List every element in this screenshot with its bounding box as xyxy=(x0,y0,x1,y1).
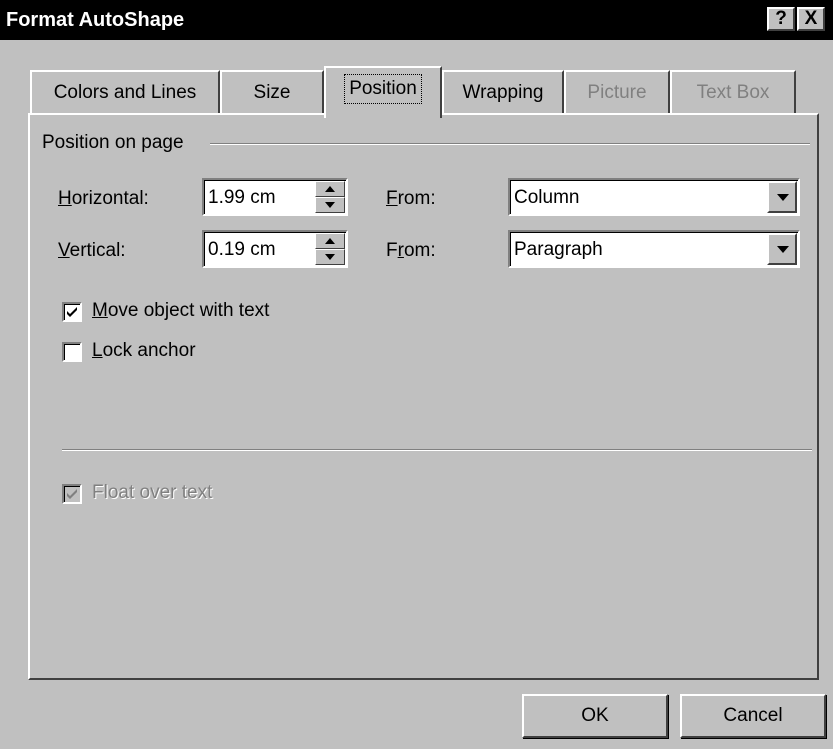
arrow-up-icon xyxy=(325,186,335,192)
horizontal-value: 1.99 cm xyxy=(208,187,276,208)
vertical-from-dropdown-button[interactable] xyxy=(767,233,797,265)
vertical-from-label: From: xyxy=(386,240,436,262)
close-button[interactable]: X xyxy=(797,7,825,31)
tab-picture: Picture xyxy=(564,70,670,114)
position-tab-panel: Position on page Horizontal: 1.99 cm Fro… xyxy=(28,113,819,680)
dialog-title: Format AutoShape xyxy=(6,9,185,31)
tab-label: Size xyxy=(253,82,291,103)
label-text: om: xyxy=(403,240,436,261)
horizontal-position-input[interactable]: 1.99 cm xyxy=(202,178,348,216)
horizontal-spin-down-button[interactable] xyxy=(315,197,345,213)
separator-line xyxy=(62,449,812,451)
label-text: orizontal: xyxy=(71,188,149,209)
horizontal-from-value: Column xyxy=(514,187,580,208)
vertical-value: 0.19 cm xyxy=(208,239,276,260)
horizontal-spin-up-button[interactable] xyxy=(315,181,345,197)
arrow-down-icon xyxy=(325,202,335,208)
arrow-up-icon xyxy=(325,238,335,244)
horizontal-from-select[interactable]: Column xyxy=(508,178,800,216)
hotkey-letter: V xyxy=(58,240,70,261)
lock-anchor-checkbox[interactable] xyxy=(62,342,82,362)
label-text: ove object with text xyxy=(107,300,270,321)
tab-label: Wrapping xyxy=(462,82,544,103)
vertical-from-select[interactable]: Paragraph xyxy=(508,230,800,268)
tab-label: Text Box xyxy=(696,82,770,103)
hotkey-letter: L xyxy=(92,340,103,361)
vertical-position-input[interactable]: 0.19 cm xyxy=(202,230,348,268)
horizontal-from-label: From: xyxy=(386,188,436,210)
vertical-spin-up-button[interactable] xyxy=(315,233,345,249)
label-text: rom: xyxy=(397,188,436,209)
group-title-position-on-page: Position on page xyxy=(42,132,192,154)
chevron-down-icon xyxy=(777,194,789,201)
chevron-down-icon xyxy=(777,246,789,253)
tab-label: Colors and Lines xyxy=(53,82,197,103)
tab-size[interactable]: Size xyxy=(220,70,324,114)
format-autoshape-dialog: Format AutoShape ? X Colors and Lines Si… xyxy=(0,0,833,749)
hotkey-letter: M xyxy=(92,300,108,321)
ok-button[interactable]: OK xyxy=(522,694,668,738)
tab-colors-and-lines[interactable]: Colors and Lines xyxy=(30,70,220,114)
checkmark-icon xyxy=(67,307,77,317)
vertical-from-value: Paragraph xyxy=(514,239,603,260)
help-button[interactable]: ? xyxy=(767,7,795,31)
group-separator xyxy=(210,143,810,145)
lock-anchor-label[interactable]: Lock anchor xyxy=(92,340,196,362)
tab-text-box: Text Box xyxy=(670,70,796,114)
horizontal-label: Horizontal: xyxy=(58,188,149,210)
checkmark-icon xyxy=(67,489,77,499)
arrow-down-icon xyxy=(325,254,335,260)
label-text: ock anchor xyxy=(102,340,196,361)
cancel-button[interactable]: Cancel xyxy=(680,694,826,738)
tab-wrapping[interactable]: Wrapping xyxy=(442,70,564,114)
move-with-text-label[interactable]: Move object with text xyxy=(92,300,269,322)
tab-position[interactable]: Position xyxy=(324,66,442,118)
label-text: ertical: xyxy=(69,240,126,261)
horizontal-from-dropdown-button[interactable] xyxy=(767,181,797,213)
hotkey-letter: F xyxy=(386,188,398,209)
vertical-spin-down-button[interactable] xyxy=(315,249,345,265)
tab-label: Picture xyxy=(587,82,647,103)
vertical-label: Vertical: xyxy=(58,240,126,262)
label-text: F xyxy=(386,240,398,261)
float-over-text-checkbox xyxy=(62,484,82,504)
title-bar[interactable]: Format AutoShape ? X xyxy=(0,0,833,40)
move-with-text-checkbox[interactable] xyxy=(62,302,82,322)
tab-label: Position xyxy=(344,74,422,104)
float-over-text-label: Float over text xyxy=(92,482,213,503)
hotkey-letter: H xyxy=(58,188,72,209)
